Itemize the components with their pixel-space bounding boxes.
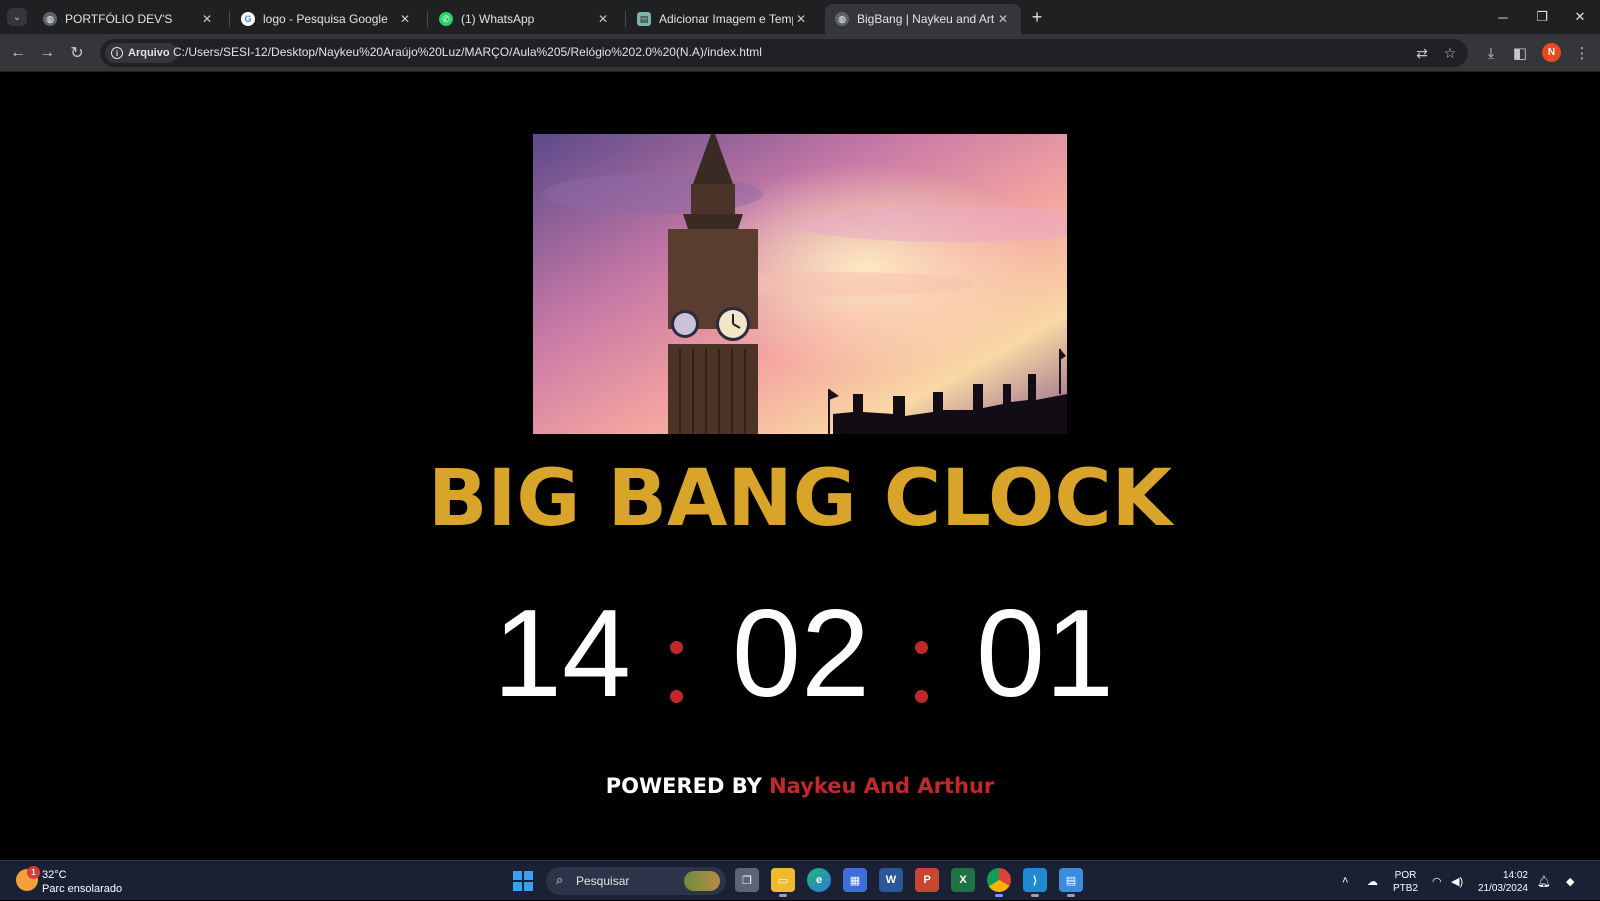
- browser-toolbar: ← → ↻ i Arquivo C:/Users/SESI-12/Desktop…: [0, 34, 1600, 72]
- whatsapp-icon: ✆: [439, 12, 453, 26]
- restore-icon: ❐: [1536, 9, 1548, 24]
- chevron-up-icon[interactable]: ˄: [1342, 861, 1358, 901]
- site-info-chip[interactable]: i Arquivo: [105, 43, 178, 63]
- arrow-right-icon: →: [39, 44, 55, 61]
- big-ben-image: [533, 134, 1067, 434]
- word-icon[interactable]: W: [879, 868, 903, 892]
- notification-bell-icon[interactable]: 🔔︎: [1537, 861, 1553, 901]
- edge-icon[interactable]: e: [807, 868, 831, 892]
- file-explorer-icon[interactable]: ▭: [771, 868, 795, 897]
- tab-divider: [625, 11, 626, 27]
- new-tab-button[interactable]: +: [1026, 7, 1048, 27]
- search-placeholder: Pesquisar: [576, 874, 630, 888]
- restore-button[interactable]: ❐: [1524, 4, 1560, 30]
- url-text[interactable]: C:/Users/SESI-12/Desktop/Naykeu%20Araújo…: [173, 45, 762, 59]
- reload-button[interactable]: ↻: [65, 41, 89, 65]
- doc-icon: ▤: [637, 12, 651, 26]
- globe-icon: ◍: [43, 12, 57, 26]
- start-button[interactable]: [513, 871, 533, 891]
- taskbar-search[interactable]: ⌕ Pesquisar: [546, 867, 726, 895]
- bookmark-star-icon[interactable]: ☆: [1440, 43, 1460, 63]
- minimize-icon: ─: [1498, 9, 1508, 25]
- wifi-icon[interactable]: ◠: [1432, 861, 1448, 901]
- clock-minutes: 02: [732, 585, 870, 723]
- tab-title: logo - Pesquisa Google: [263, 12, 388, 26]
- close-window-button[interactable]: ✕: [1562, 4, 1598, 30]
- tab-search-button[interactable]: ⌄: [7, 8, 27, 26]
- close-icon[interactable]: ✕: [199, 11, 215, 27]
- system-clock[interactable]: 14:02 21/03/2024: [1472, 869, 1528, 895]
- input-language[interactable]: POR PTB2: [1393, 869, 1418, 895]
- chrome-icon[interactable]: [987, 868, 1011, 897]
- onedrive-icon[interactable]: ☁: [1367, 861, 1383, 901]
- weather-temperature: 32°C: [42, 869, 67, 881]
- tab-whatsapp[interactable]: ✆ (1) WhatsApp ✕: [429, 4, 621, 34]
- download-icon[interactable]: ⤓: [1479, 41, 1503, 65]
- weather-description: Parc ensolarado: [42, 883, 123, 895]
- language-code: POR: [1394, 870, 1417, 881]
- close-icon[interactable]: ✕: [793, 11, 809, 27]
- translate-icon[interactable]: ⇄: [1412, 43, 1432, 63]
- tab-portfolio[interactable]: ◍ PORTFÓLIO DEV'S ✕: [33, 4, 225, 34]
- windows-taskbar: 1 32°C Parc ensolarado ⌕ Pesquisar ❐ ▭ e…: [0, 860, 1600, 900]
- tab-title: BigBang | Naykeu and Arthur: [857, 12, 995, 26]
- minimize-button[interactable]: ─: [1485, 4, 1521, 30]
- profile-avatar[interactable]: N: [1542, 43, 1561, 62]
- store-icon[interactable]: ▦: [843, 868, 867, 892]
- clock-separator: [670, 594, 684, 714]
- close-icon[interactable]: ✕: [595, 11, 611, 27]
- copilot-icon[interactable]: ◆: [1566, 861, 1584, 901]
- address-bar[interactable]: i Arquivo C:/Users/SESI-12/Desktop/Nayke…: [100, 39, 1468, 67]
- tab-strip: ⌄ ◍ PORTFÓLIO DEV'S ✕ G logo - Pesquisa …: [0, 0, 1600, 34]
- arrow-left-icon: ←: [10, 44, 26, 61]
- vscode-icon[interactable]: ⟩: [1023, 868, 1047, 897]
- powerpoint-icon[interactable]: P: [915, 868, 939, 892]
- system-date: 21/03/2024: [1477, 883, 1528, 894]
- chevron-down-icon: ⌄: [12, 11, 22, 23]
- system-time: 14:02: [1502, 870, 1528, 881]
- tab-title: PORTFÓLIO DEV'S: [65, 12, 173, 26]
- reload-icon: ↻: [70, 45, 84, 62]
- digital-clock: 14 02 01: [0, 585, 1600, 723]
- clock-seconds: 01: [976, 585, 1114, 723]
- site-info-label: Arquivo: [128, 47, 170, 59]
- close-icon: ✕: [1574, 9, 1586, 24]
- search-icon: ⌕: [556, 872, 564, 887]
- authors-names: Naykeu And Arthur: [769, 774, 995, 798]
- forward-button[interactable]: →: [35, 41, 59, 65]
- keyboard-layout: PTB2: [1393, 883, 1419, 894]
- tab-title: Adicionar Imagem e Tempo: [659, 12, 793, 26]
- tab-divider: [427, 11, 428, 27]
- notepad-icon[interactable]: ▤: [1059, 868, 1083, 897]
- google-icon: G: [241, 12, 255, 26]
- clock-separator: [915, 594, 929, 714]
- side-panel-icon[interactable]: ◧: [1508, 41, 1532, 65]
- search-highlight-image: [684, 871, 720, 891]
- task-view-icon[interactable]: ❐: [735, 868, 759, 892]
- page-content: BIG BANG CLOCK 14 02 01 POWERED BY Nayke…: [0, 72, 1600, 860]
- info-icon: i: [111, 47, 123, 59]
- excel-icon[interactable]: X: [951, 868, 975, 892]
- tab-bigbang[interactable]: ◍ BigBang | Naykeu and Arthur ✕: [825, 4, 1021, 34]
- page-title: BIG BANG CLOCK: [427, 454, 1173, 544]
- tab-title: (1) WhatsApp: [461, 12, 535, 26]
- notification-badge: 1: [27, 866, 40, 879]
- tab-divider: [229, 11, 230, 27]
- clock-hours: 14: [493, 585, 631, 723]
- volume-icon[interactable]: ◀): [1451, 861, 1467, 901]
- close-icon[interactable]: ✕: [995, 11, 1011, 27]
- tab-adicionar-imagem[interactable]: ▤ Adicionar Imagem e Tempo ✕: [627, 4, 819, 34]
- close-icon[interactable]: ✕: [397, 11, 413, 27]
- plus-icon: +: [1031, 6, 1043, 27]
- tab-google-search[interactable]: G logo - Pesquisa Google ✕: [231, 4, 423, 34]
- powered-by-label: POWERED BY: [605, 774, 762, 798]
- menu-kebab-icon[interactable]: ⋮: [1570, 41, 1594, 65]
- globe-icon: ◍: [835, 12, 849, 26]
- back-button[interactable]: ←: [6, 41, 30, 65]
- powered-by-credit: POWERED BY Naykeu And Arthur: [0, 774, 1600, 798]
